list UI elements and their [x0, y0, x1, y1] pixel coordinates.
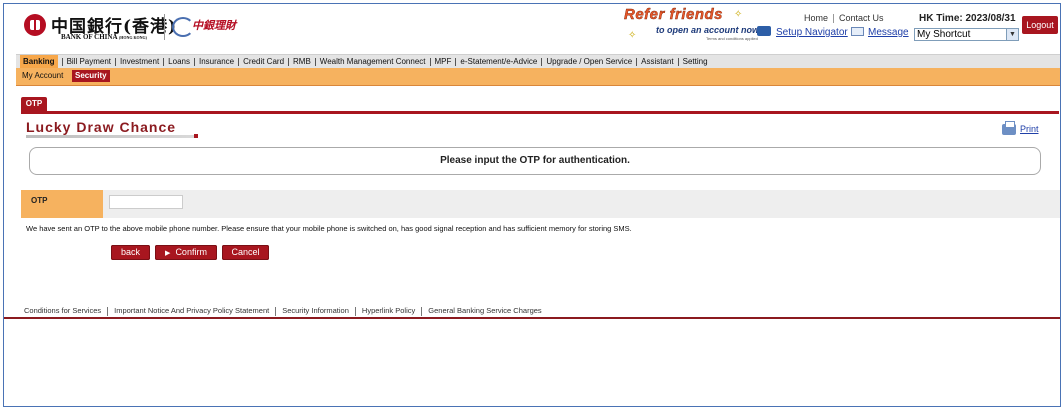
swirl-icon	[172, 17, 194, 37]
nav-item-setting[interactable]: Setting	[683, 55, 708, 69]
shortcut-select[interactable]: My Shortcut ▼	[914, 28, 1019, 41]
subnav-security[interactable]: Security	[72, 70, 110, 82]
nav-divider	[314, 57, 316, 66]
nav-divider	[429, 57, 431, 66]
divider	[833, 14, 835, 24]
footer-link-general-banking-service-charges[interactable]: General Banking Service Charges	[428, 306, 541, 315]
printer-icon[interactable]	[1002, 121, 1016, 135]
nav-divider	[115, 57, 117, 66]
nav-item-rmb[interactable]: RMB	[293, 55, 311, 69]
nav-item-wealth-management-connect[interactable]: Wealth Management Connect	[320, 55, 426, 69]
top-links: Home Contact Us	[804, 13, 884, 24]
nav-item-insurance[interactable]: Insurance	[199, 55, 234, 69]
logo-divider	[164, 14, 165, 40]
contact-us-link[interactable]: Contact Us	[839, 13, 884, 23]
nav-divider	[455, 57, 457, 66]
setup-navigator-link[interactable]: Setup Navigator	[776, 27, 848, 38]
footer-divider	[4, 317, 1060, 319]
nav-item-e-statement-e-advice[interactable]: e-Statement/e-Advice	[460, 55, 537, 69]
hk-time: HK Time: 2023/08/31	[919, 13, 1016, 24]
title-underline	[26, 135, 196, 138]
bank-name-english: BANK OF CHINA (HONG KONG)	[61, 33, 147, 41]
footer-link-important-notice-and-privacy-policy-statement[interactable]: Important Notice And Privacy Policy Stat…	[114, 306, 269, 315]
footer-link-conditions-for-services[interactable]: Conditions for Services	[24, 306, 101, 315]
browser-page: 中国銀行(香港) BANK OF CHINA (HONG KONG) 中銀理財 …	[3, 3, 1061, 407]
main-nav: Banking Bill Payment Investment Loans Insura…	[16, 54, 1060, 69]
nav-divider	[636, 57, 638, 66]
footer-link-hyperlink-policy[interactable]: Hyperlink Policy	[362, 306, 415, 315]
confirm-label: Confirm	[175, 247, 207, 257]
nav-item-bill-payment[interactable]: Bill Payment	[67, 55, 111, 69]
nav-divider	[193, 57, 195, 66]
nav-item-investment[interactable]: Investment	[120, 55, 159, 69]
nav-divider	[541, 57, 543, 66]
tab-otp[interactable]: OTP	[21, 97, 47, 111]
otp-row: OTP	[21, 190, 1060, 218]
promo-subtitle: to open an account now!	[656, 25, 762, 35]
page-title: Lucky Draw Chance	[26, 119, 177, 135]
promo-terms: Terms and conditions applied	[706, 36, 758, 41]
wealth-management-logo[interactable]: 中銀理財	[172, 14, 236, 38]
nav-item-mpf[interactable]: MPF	[435, 55, 452, 69]
title-dot	[194, 134, 198, 138]
otp-field-label: OTP	[21, 190, 103, 218]
arrow-right-icon: ▶	[165, 250, 171, 257]
sub-nav: My Account Security	[16, 68, 1060, 86]
sparkle-icon: ✧	[734, 9, 743, 20]
otp-notice: We have sent an OTP to the above mobile …	[26, 224, 632, 233]
nav-item-banking[interactable]: Banking	[20, 55, 58, 69]
nav-items: Banking Bill Payment Investment Loans Insura…	[20, 55, 708, 69]
boc-logo-icon[interactable]	[24, 14, 46, 36]
instruction-box: Please input the OTP for authentication.	[29, 147, 1041, 175]
header: 中国銀行(香港) BANK OF CHINA (HONG KONG) 中銀理財 …	[4, 4, 1060, 48]
nav-item-loans[interactable]: Loans	[168, 55, 190, 69]
footer-divider-bar	[275, 306, 277, 316]
setup-navigator-icon[interactable]	[757, 26, 771, 36]
shortcut-value: My Shortcut	[917, 29, 971, 40]
wealth-logo-text: 中銀理財	[192, 20, 236, 32]
footer-links: Conditions for Services Important Notice …	[24, 306, 542, 316]
nav-divider	[238, 57, 240, 66]
print-link[interactable]: Print	[1020, 124, 1039, 134]
bank-name-en-text: BANK OF CHINA	[61, 33, 118, 41]
footer-link-security-information[interactable]: Security Information	[282, 306, 349, 315]
confirm-button[interactable]: ▶ Confirm	[155, 245, 217, 260]
footer-divider-bar	[107, 306, 109, 316]
promo-title: Refer friends	[624, 6, 724, 23]
nav-item-upgrade-open-service[interactable]: Upgrade / Open Service	[546, 55, 632, 69]
bank-name-en-small: (HONG KONG)	[118, 35, 147, 40]
nav-item-assistant[interactable]: Assistant	[641, 55, 673, 69]
logout-button[interactable]: Logout	[1022, 16, 1058, 34]
nav-divider	[61, 57, 63, 66]
nav-item-credit-card[interactable]: Credit Card	[243, 55, 284, 69]
message-link[interactable]: Message	[868, 27, 909, 38]
chevron-down-icon[interactable]: ▼	[1006, 29, 1018, 40]
otp-input[interactable]	[109, 195, 183, 209]
footer-divider-bar	[354, 306, 356, 316]
nav-divider	[288, 57, 290, 66]
envelope-icon[interactable]	[851, 27, 864, 36]
nav-divider	[677, 57, 679, 66]
home-link[interactable]: Home	[804, 13, 828, 23]
nav-divider	[163, 57, 165, 66]
subnav-my-account[interactable]: My Account	[22, 71, 63, 80]
sparkle-icon: ✧	[628, 30, 637, 41]
cancel-button[interactable]: Cancel	[222, 245, 269, 260]
refer-friends-banner[interactable]: Refer friends ✧ ✧ to open an account now…	[616, 6, 796, 44]
tab-underline	[21, 111, 1059, 114]
footer-divider-bar	[421, 306, 423, 316]
back-button[interactable]: back	[111, 245, 150, 260]
